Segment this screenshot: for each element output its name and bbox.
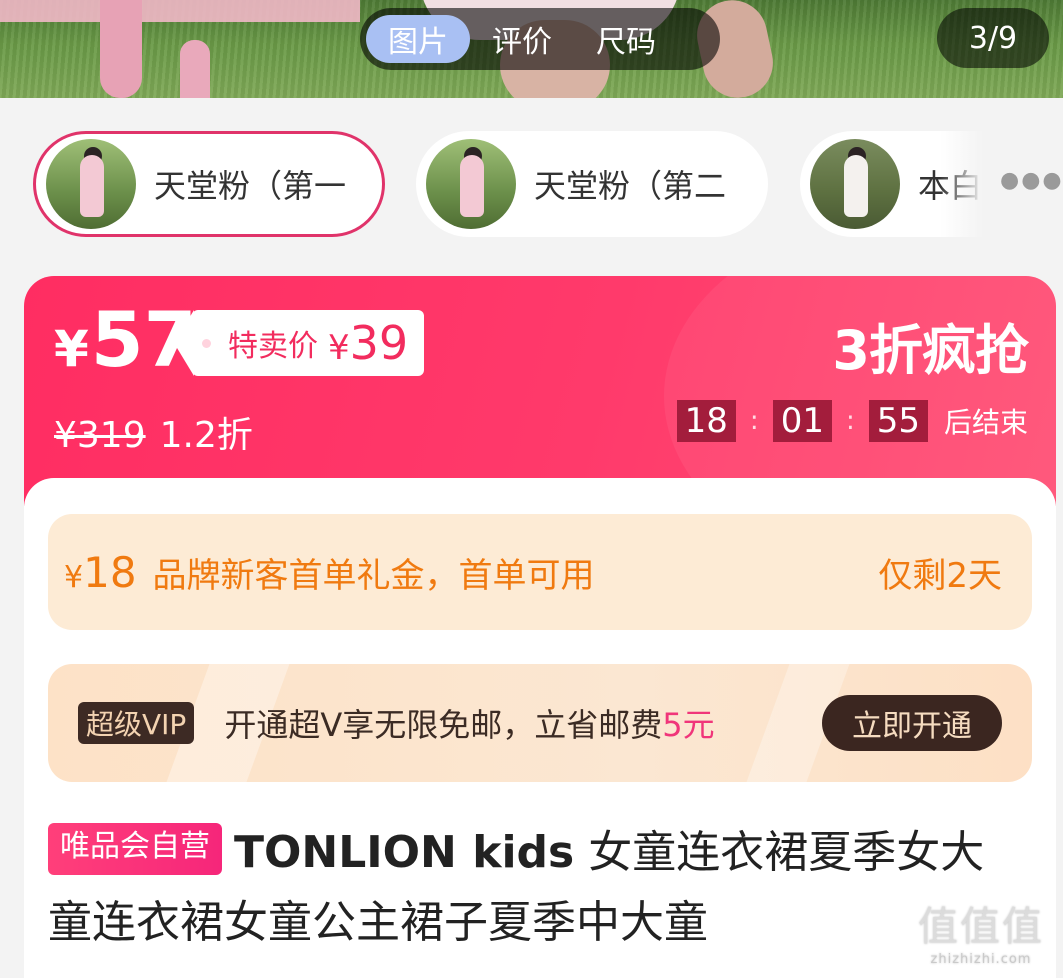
- sku-thumbnail: [46, 139, 136, 229]
- currency-symbol: ¥: [328, 328, 350, 368]
- countdown-separator: :: [749, 406, 759, 436]
- vip-offer-highlight: 5元: [662, 706, 715, 744]
- countdown-suffix: 后结束: [943, 406, 1028, 439]
- original-price: ¥319: [54, 415, 146, 456]
- pink-pole-decor-2: [180, 40, 210, 98]
- watermark-site: zhizhizhi.com: [930, 952, 1032, 967]
- sku-option-heaven-pink-1[interactable]: 天堂粉（第一: [33, 131, 385, 237]
- product-title: 唯品会自营 TONLION kids 女童连衣裙夏季女大 童连衣裙女童公主裙子夏季…: [48, 818, 1032, 958]
- pink-pole-decor: [100, 0, 142, 98]
- sku-thumbnail: [426, 139, 516, 229]
- pink-rail-decor: [0, 0, 360, 22]
- special-price-number: 39: [349, 316, 409, 370]
- vip-offer-text: 开通超V享无限免邮，立省邮费5元: [224, 700, 714, 746]
- watermark-logo: 值值值: [918, 904, 1044, 950]
- product-title-line-2: 童连衣裙女童公主裙子夏季中大童: [48, 897, 708, 948]
- super-vip-badge: 超级VIP: [78, 702, 195, 744]
- more-options-icon[interactable]: ●●●: [1000, 168, 1063, 193]
- sku-option-label: 天堂粉（第二: [534, 167, 727, 205]
- self-operated-badge: 唯品会自营: [48, 823, 222, 875]
- special-price-tag: 特卖价 ¥39: [173, 310, 425, 376]
- price-card-body: ¥18 品牌新客首单礼金，首单可用 仅剩2天 超级VIP 开通超V享无限免邮，立…: [24, 478, 1056, 978]
- original-price-row: ¥319 1.2折: [54, 406, 253, 458]
- currency-symbol: ¥: [64, 559, 84, 595]
- tab-reviews[interactable]: 评价: [470, 15, 574, 63]
- coupon-amount: ¥18: [64, 548, 137, 597]
- currency-symbol: ¥: [54, 320, 89, 378]
- discount-rate: 1.2折: [159, 415, 253, 456]
- tag-hole-icon: [202, 339, 211, 348]
- site-watermark: 值值值 zhizhizhi.com: [907, 894, 1055, 967]
- countdown-timer: 18 : 01 : 55 后结束: [676, 400, 1028, 442]
- media-tab-bar: 图片 评价 尺码: [360, 8, 720, 70]
- coupon-description: 品牌新客首单礼金，首单可用: [152, 555, 595, 596]
- super-vip-banner[interactable]: 超级VIP 开通超V享无限免邮，立省邮费5元 立即开通: [48, 664, 1032, 782]
- tab-size[interactable]: 尺码: [574, 15, 678, 63]
- brand-name: TONLION kids: [234, 827, 575, 878]
- price-card: ¥57 特卖价 ¥39 ¥319 1.2折 3折疯抢 18 : 01 : 55 后…: [24, 276, 1056, 978]
- special-price-value: ¥39: [328, 316, 408, 370]
- countdown-separator: :: [845, 406, 855, 436]
- countdown-hours: 18: [676, 400, 736, 442]
- title-text-1: 女童连衣裙夏季女大: [588, 827, 985, 878]
- product-title-line-1: 唯品会自营 TONLION kids 女童连衣裙夏季女大: [48, 818, 1032, 888]
- image-counter: 3/9: [937, 8, 1049, 68]
- countdown-minutes: 01: [772, 400, 832, 442]
- kid-dress-shape: [460, 155, 484, 217]
- coupon-remaining: 仅剩2天: [878, 555, 1002, 596]
- flash-sale-title: 3折疯抢: [832, 319, 1029, 382]
- sku-option-label: 天堂粉（第一: [154, 167, 347, 205]
- countdown-seconds: 55: [868, 400, 928, 442]
- vip-offer-main: 开通超V享无限免邮，立省邮费: [224, 706, 663, 744]
- kid-dress-shape: [80, 155, 104, 217]
- special-price-label: 特卖价: [228, 329, 318, 364]
- sku-color-selector: 天堂粉（第一 天堂粉（第二 本白 ●●●: [0, 128, 1063, 240]
- tab-images[interactable]: 图片: [366, 15, 470, 63]
- activate-vip-button[interactable]: 立即开通: [822, 695, 1002, 751]
- sku-thumbnail: [810, 139, 900, 229]
- coupon-amount-value: 18: [83, 547, 137, 597]
- flash-sale-header: ¥57 特卖价 ¥39 ¥319 1.2折 3折疯抢 18 : 01 : 55 后…: [24, 276, 1056, 506]
- sku-option-heaven-pink-2[interactable]: 天堂粉（第二: [416, 131, 768, 237]
- kid-dress-shape: [844, 155, 868, 217]
- new-customer-coupon[interactable]: ¥18 品牌新客首单礼金，首单可用 仅剩2天: [48, 514, 1032, 630]
